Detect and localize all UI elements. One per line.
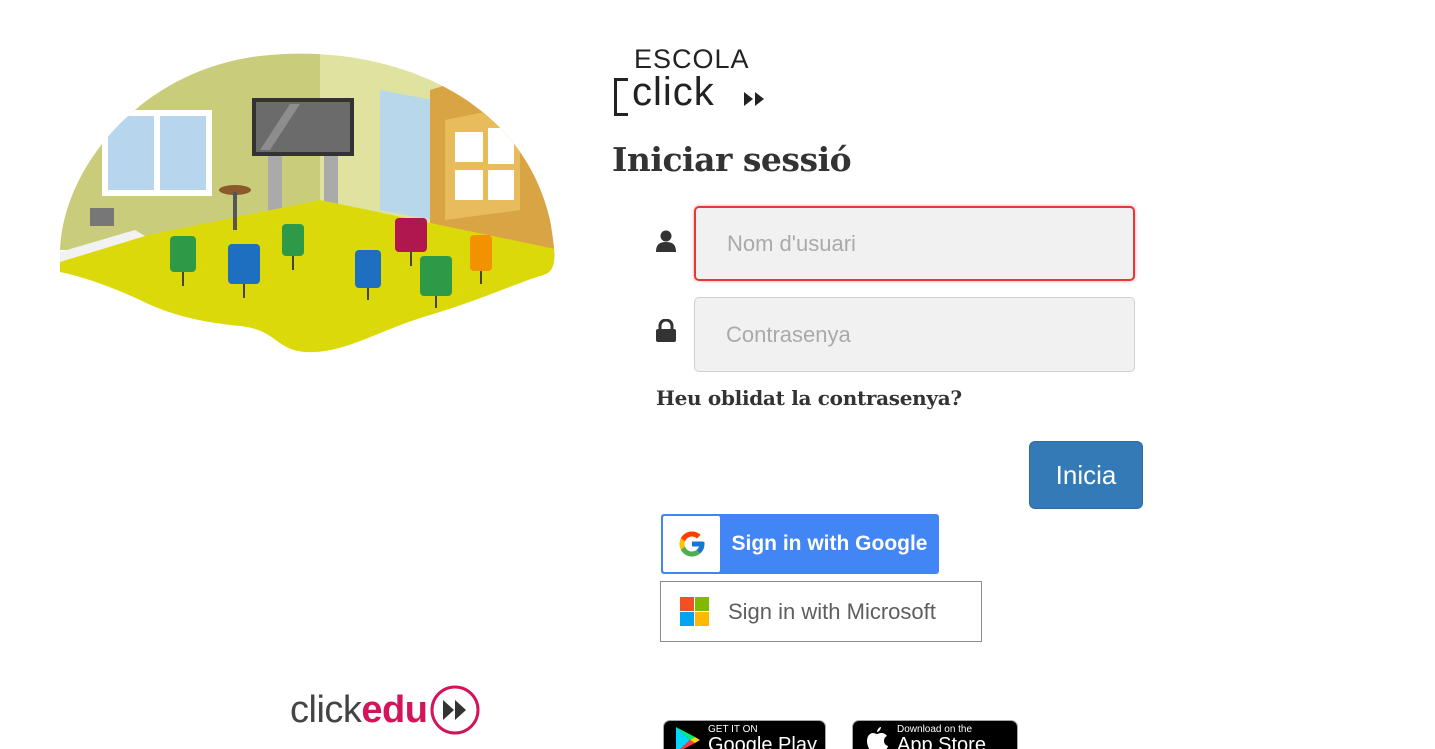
logo-main-text: click bbox=[632, 70, 715, 114]
clickedu-wordmark: clickedu bbox=[290, 688, 428, 731]
google-sign-in-label: Sign in with Google bbox=[731, 532, 928, 555]
apple-icon bbox=[867, 727, 888, 749]
fast-forward-icon bbox=[744, 92, 764, 106]
page-title: Iniciar sessió bbox=[612, 140, 852, 179]
login-submit-button[interactable]: Inicia bbox=[1029, 441, 1143, 509]
logo-bracket bbox=[614, 78, 628, 116]
google-sign-in-button[interactable]: Sign in with Google bbox=[661, 514, 939, 574]
forgot-password-link[interactable]: Heu oblidat la contrasenya? bbox=[656, 386, 962, 410]
app-store-badge[interactable]: Download on the App Store bbox=[852, 720, 1018, 749]
google-logo-box bbox=[663, 516, 720, 572]
user-icon bbox=[656, 230, 676, 252]
google-play-badge[interactable]: GET IT ON Google Play bbox=[663, 720, 826, 749]
username-input[interactable] bbox=[694, 206, 1135, 281]
classroom-illustration bbox=[50, 50, 560, 360]
microsoft-logo-icon bbox=[680, 597, 709, 626]
microsoft-sign-in-button[interactable]: Sign in with Microsoft bbox=[660, 581, 982, 642]
lock-icon bbox=[656, 319, 676, 342]
app-store-big-text: App Store bbox=[897, 734, 986, 749]
clickedu-logo: clickedu bbox=[290, 684, 481, 736]
google-play-icon bbox=[676, 727, 700, 749]
password-input[interactable] bbox=[694, 297, 1135, 372]
google-g-icon bbox=[679, 531, 704, 557]
fast-forward-circle-icon bbox=[430, 685, 480, 735]
microsoft-sign-in-label: Sign in with Microsoft bbox=[728, 598, 936, 624]
google-play-big-text: Google Play bbox=[708, 734, 817, 749]
escola-click-logo: ESCOLA click bbox=[612, 44, 782, 120]
